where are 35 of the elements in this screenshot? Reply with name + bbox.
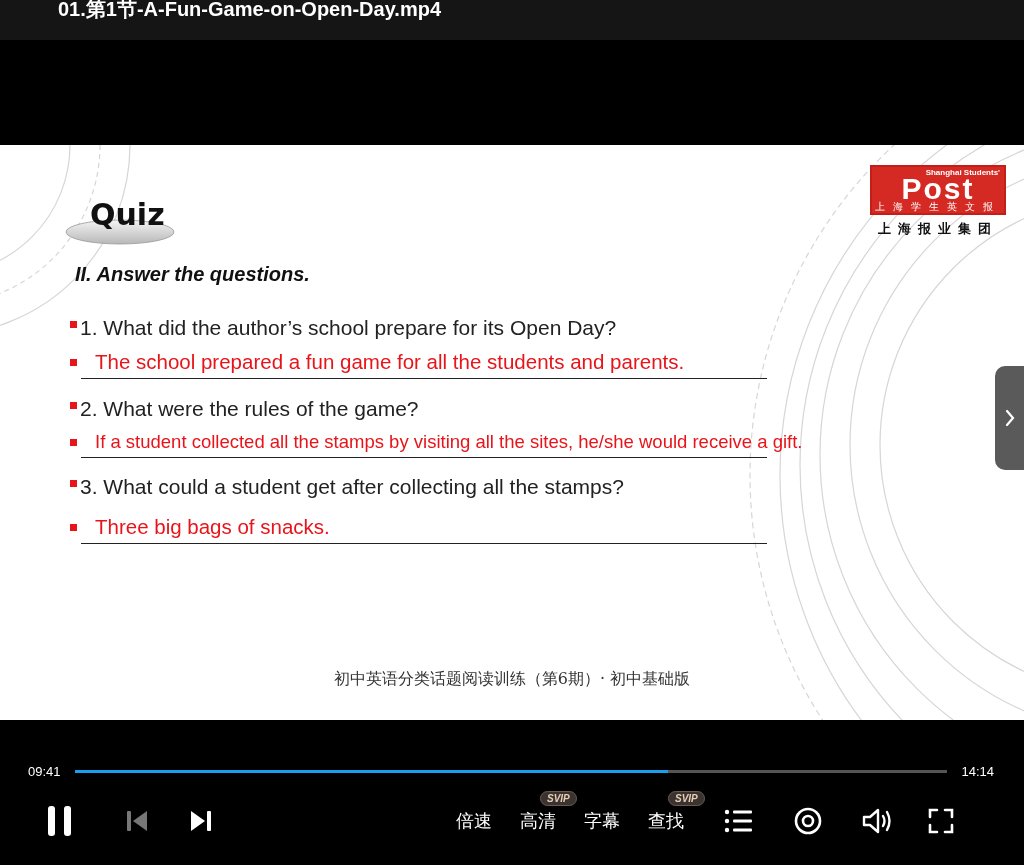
publisher-name: 上海报业集团 [878,220,998,238]
skip-next-icon[interactable] [189,809,213,833]
answer-text: Three big bags of snacks. [95,515,330,539]
question-text: 1. What did the author’s school prepare for its Open Day? [80,316,617,340]
side-panel-handle[interactable] [995,366,1024,470]
bullet-icon [70,321,77,328]
bullet-icon [70,438,77,446]
chevron-right-icon [1004,409,1015,427]
player-option-button[interactable]: 高清 [520,809,556,833]
player-option-button[interactable]: 查找 [648,809,684,833]
svip-badge: SVIP [540,791,577,806]
quiz-title: Quiz [90,197,165,232]
video-title: 01.第1节-A-Fun-Game-on-Open-Day.mp4 [58,0,441,20]
bullet-icon [70,523,77,531]
question-text: 2. What were the rules of the game? [80,397,419,421]
svip-badge: SVIP [668,791,705,806]
player-option-button[interactable]: 倍速 [456,809,492,833]
answer-text: If a student collected all the stamps by visiting all the sites, he/she would receive a gift. [95,431,803,453]
fullscreen-icon[interactable] [928,808,954,834]
target-icon[interactable] [794,807,822,835]
player-option-button[interactable]: 字幕 [584,809,620,833]
duration-time: 14:14 [961,764,994,779]
pause-icon[interactable] [47,805,73,837]
question-text: 3. What could a student get after collecting all the stamps? [80,475,624,499]
progress-bar[interactable] [74,770,948,773]
section-heading: II. Answer the questions. [75,263,311,286]
volume-icon[interactable] [862,807,894,835]
playlist-icon[interactable] [724,809,752,833]
elapsed-time: 09:41 [28,764,61,779]
bullet-icon [70,480,77,487]
newspaper-logo: Shanghai Students' Post 上海学生英文报 [870,165,1006,215]
slide-footer: 初中英语分类话题阅读训练（第6期）· 初中基础版 [0,669,1024,690]
bullet-icon [70,402,77,409]
bullet-icon [70,358,77,366]
answer-text: The school prepared a fun game for all the students and parents. [95,350,685,374]
